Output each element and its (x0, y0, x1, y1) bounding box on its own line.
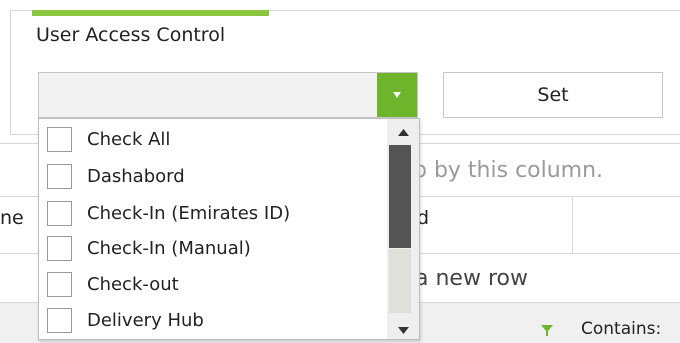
list-item-label: Check-out (87, 273, 179, 295)
list-item-check-all[interactable]: Check All (39, 123, 384, 155)
add-new-row-hint[interactable]: a new row (415, 266, 528, 291)
filter-icon[interactable] (541, 322, 553, 341)
chevron-down-icon (393, 92, 401, 98)
list-item-label: Check All (87, 128, 171, 150)
list-item-label: Delivery Hub (87, 309, 204, 331)
scroll-thumb[interactable] (389, 145, 411, 248)
checkbox[interactable] (47, 163, 72, 189)
panel-title: User Access Control (36, 24, 226, 46)
group-by-hint: p by this column. (413, 158, 604, 183)
checkbox[interactable] (47, 126, 72, 152)
list-item-label: Dashabord (87, 165, 185, 187)
list-item-delivery-hub[interactable]: Delivery Hub (39, 304, 384, 336)
caret-up-icon (397, 121, 409, 140)
list-item-label: Check-In (Emirates ID) (87, 202, 291, 224)
list-item-label: Check-In (Manual) (87, 237, 251, 259)
checkbox[interactable] (47, 271, 72, 297)
list-item-check-out[interactable]: Check-out (39, 268, 384, 300)
column-header-name[interactable]: ne (0, 207, 24, 229)
scroll-up-button[interactable] (387, 119, 419, 141)
scroll-track[interactable] (389, 249, 411, 313)
list-item-dashboard[interactable]: Dashabord (39, 160, 384, 192)
list-item-check-in-manual[interactable]: Check-In (Manual) (39, 232, 384, 264)
checkbox[interactable] (47, 200, 72, 226)
permissions-combobox[interactable] (38, 72, 418, 118)
checkbox[interactable] (47, 307, 72, 333)
panel-accent-bar (32, 10, 269, 16)
checkbox[interactable] (47, 235, 72, 261)
set-button[interactable]: Set (443, 72, 663, 118)
combobox-dropdown-button[interactable] (377, 73, 417, 117)
grid-column-divider (572, 196, 573, 253)
dropdown-scrollbar[interactable] (387, 119, 419, 339)
caret-down-icon (397, 319, 409, 338)
list-item-check-in-emirates-id[interactable]: Check-In (Emirates ID) (39, 197, 384, 229)
scroll-down-button[interactable] (387, 317, 419, 339)
filter-operator[interactable]: Contains: (581, 319, 661, 339)
permissions-dropdown-list: Check All Dashabord Check-In (Emirates I… (38, 118, 420, 340)
